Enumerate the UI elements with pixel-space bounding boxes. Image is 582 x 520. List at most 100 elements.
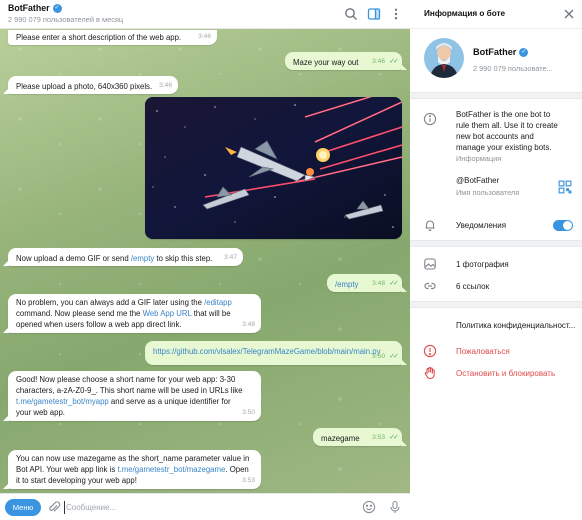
message-incoming[interactable]: Please enter a short description of the … <box>8 30 217 45</box>
read-ticks-icon: ✓✓ <box>389 58 399 65</box>
message-line: Good! Now please choose a short name for… <box>16 375 236 384</box>
read-ticks-icon: ✓✓ <box>389 353 399 360</box>
chat-panel: BotFather ✓ 2 990 079 пользователей в ме… <box>0 0 410 520</box>
message-line: your web app. <box>16 408 65 417</box>
message-photo[interactable] <box>145 97 402 239</box>
message-text: Maze your way out <box>293 58 359 67</box>
message-composer: Меню <box>0 493 410 520</box>
command-link[interactable]: /empty <box>131 254 154 263</box>
report-icon <box>423 344 437 358</box>
message-outgoing[interactable]: mazegame 3:53 ✓✓ <box>313 428 407 446</box>
message-text: Please upload a photo, 640x360 pixels. <box>16 82 153 91</box>
telegram-app: BotFather ✓ 2 990 079 пользователей в ме… <box>0 0 582 520</box>
bot-info-panel: Информация о боте BotFather ✓ 2 990 079 … <box>410 0 582 520</box>
info-header: Информация о боте <box>410 0 582 29</box>
message-line: opened when users follow a web app direc… <box>16 320 182 329</box>
message-time: 3:53 <box>372 434 385 441</box>
bell-icon <box>423 218 437 232</box>
command-link[interactable]: /empty <box>335 280 358 289</box>
message-line: t.me/gametestr_bot/myapp and serve as a … <box>16 396 253 407</box>
microphone-icon[interactable] <box>388 500 402 514</box>
photo-icon <box>423 257 437 271</box>
github-link[interactable]: https://github.com/vlsalex/TelegramMazeG… <box>153 347 381 356</box>
bubble-tail <box>3 327 9 333</box>
message-line: You can now use mazegame as the short_na… <box>16 454 250 463</box>
message-time: 3:53 <box>242 477 255 484</box>
message-outgoing[interactable]: Maze your way out 3:46 ✓✓ <box>285 52 407 70</box>
info-icon <box>423 112 437 126</box>
section-divider <box>410 240 582 247</box>
description-line: new bot accounts and <box>456 132 534 141</box>
message-line: it to start developing your web app! <box>16 476 137 485</box>
report-button[interactable]: Пожаловаться <box>456 346 510 357</box>
chat-title[interactable]: BotFather ✓ <box>8 3 62 13</box>
chat-subtitle: 2 990 079 пользователей в месяц <box>8 15 124 24</box>
bot-description: BotFather is the one bot to rule them al… <box>456 109 558 153</box>
message-time: 3:46 <box>198 33 211 40</box>
bubble-tail <box>3 88 9 94</box>
chat-title-text: BotFather <box>8 3 50 13</box>
stop-hand-icon <box>423 366 437 380</box>
more-options-icon[interactable] <box>389 7 403 21</box>
message-input[interactable] <box>66 501 336 514</box>
web-app-url-link[interactable]: Web App URL <box>143 309 192 318</box>
qr-code-icon[interactable] <box>558 180 572 194</box>
emoji-icon[interactable] <box>362 500 376 514</box>
links-count[interactable]: 6 ссылок <box>456 281 489 292</box>
message-line: Bot API. Your web app link is t.me/gamet… <box>16 464 253 475</box>
message-incoming[interactable]: You can now use mazegame as the short_na… <box>3 450 261 489</box>
bubble-tail <box>401 64 407 70</box>
profile-name: BotFather ✓ <box>473 47 529 57</box>
description-line: BotFather is the one bot to <box>456 110 551 119</box>
message-time: 3:47 <box>224 254 237 261</box>
command-link[interactable]: /editapp <box>204 298 232 307</box>
search-icon[interactable] <box>344 7 358 21</box>
info-title: Информация о боте <box>424 9 506 18</box>
text-caret <box>64 501 65 514</box>
message-time: 3:48 <box>242 321 255 328</box>
bubble-tail <box>3 483 9 489</box>
message-line: command. Now please send me the Web App … <box>16 308 253 319</box>
message-incoming[interactable]: Please upload a photo, 640x360 pixels. 3… <box>3 76 178 94</box>
message-incoming[interactable]: Good! Now please choose a short name for… <box>3 371 261 421</box>
message-outgoing[interactable]: /empty 3:48 ✓✓ <box>327 274 407 292</box>
notifications-label: Уведомления <box>456 221 507 230</box>
message-text: that will be <box>191 309 231 318</box>
read-ticks-icon: ✓✓ <box>389 434 399 441</box>
privacy-policy-link[interactable]: Политика конфиденциальност... <box>456 320 580 331</box>
message-time: 3:46 <box>372 58 385 65</box>
message-outgoing[interactable]: https://github.com/vlsalex/TelegramMazeG… <box>145 341 407 365</box>
avatar[interactable] <box>424 38 464 78</box>
username-value[interactable]: @BotFather <box>456 175 499 186</box>
message-text: command. Now please send me the <box>16 309 143 318</box>
close-icon[interactable] <box>563 8 575 20</box>
message-time: 3:50 <box>242 409 255 416</box>
bot-menu-button[interactable]: Меню <box>5 499 41 516</box>
message-text: and serve as a unique identifier for <box>108 397 231 406</box>
message-text: Please enter a short description of the … <box>16 33 182 42</box>
section-divider <box>410 301 582 308</box>
bubble-tail <box>401 440 407 446</box>
message-incoming[interactable]: Now upload a demo GIF or send /empty to … <box>3 248 243 266</box>
message-incoming[interactable]: No problem, you can always add a GIF lat… <box>3 294 261 333</box>
example-link[interactable]: t.me/gametestr_bot/myapp <box>16 397 109 406</box>
bubble-tail <box>3 260 9 266</box>
message-text: . Open <box>225 465 249 474</box>
message-text-post: to skip this step. <box>154 254 213 263</box>
message-text: Bot API. Your web app link is <box>16 465 118 474</box>
subscriber-count: 2 990 079 пользовате... <box>473 64 553 73</box>
attach-icon[interactable] <box>47 500 61 514</box>
message-text: mazegame <box>321 434 360 443</box>
message-time: 3:46 <box>159 82 172 89</box>
notifications-toggle[interactable] <box>553 220 573 231</box>
message-line: No problem, you can always add a GIF lat… <box>16 297 253 308</box>
spaceship-image <box>145 97 402 239</box>
message-time: 3:48 <box>372 280 385 287</box>
web-app-link[interactable]: t.me/gametestr_bot/mazegame <box>117 465 225 474</box>
sidebar-toggle-icon[interactable] <box>367 7 381 21</box>
message-line: characters, a-zA-Z0-9_. This short name … <box>16 386 243 395</box>
photos-count[interactable]: 1 фотография <box>456 259 509 270</box>
chat-header[interactable]: BotFather ✓ 2 990 079 пользователей в ме… <box>0 0 410 29</box>
stop-and-block-button[interactable]: Остановить и блокировать <box>456 368 555 379</box>
bubble-tail <box>3 415 9 421</box>
